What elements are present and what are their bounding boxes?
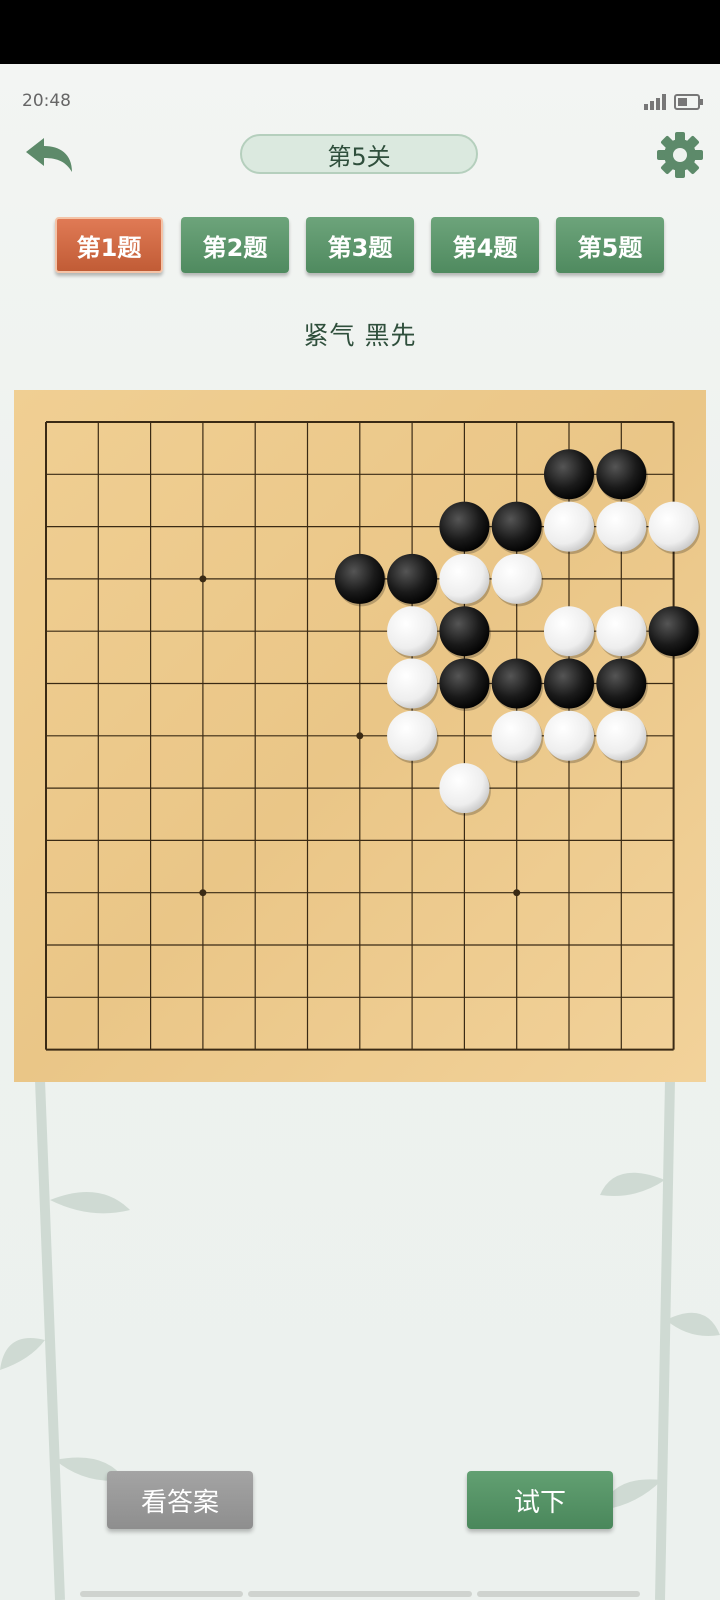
white-stone [439, 763, 490, 814]
black-stone [648, 606, 699, 657]
black-stone [439, 501, 490, 552]
puzzle-title: 紧气 黑先 [303, 321, 417, 350]
black-stone [596, 449, 647, 500]
black-stone [387, 553, 438, 604]
tab-question-5[interactable]: 第5题 [556, 217, 664, 273]
white-stone [439, 553, 490, 604]
try-button[interactable]: 试下 [467, 1471, 613, 1529]
back-arrow-icon[interactable] [22, 134, 76, 176]
white-stone [387, 606, 438, 657]
white-stone [648, 501, 699, 552]
signal-icon [644, 94, 666, 110]
black-stone [334, 553, 385, 604]
gear-icon[interactable] [656, 131, 704, 179]
black-stone [439, 658, 490, 709]
white-stone [544, 501, 594, 552]
star-point [513, 889, 521, 897]
white-stone [544, 710, 594, 761]
tab-question-4[interactable]: 第4题 [431, 217, 539, 273]
level-title: 第5关 [240, 134, 478, 174]
white-stone [544, 606, 594, 657]
black-stone [491, 658, 542, 709]
black-stone [596, 658, 647, 709]
star-point [199, 889, 207, 897]
tab-question-2[interactable]: 第2题 [181, 217, 289, 273]
status-time: 20:48 [22, 91, 71, 111]
view-answer-button[interactable]: 看答案 [107, 1471, 253, 1529]
star-point [199, 575, 207, 583]
star-point [356, 732, 364, 740]
black-stone [491, 501, 542, 552]
white-stone [596, 606, 647, 657]
nav-indicator-1 [80, 1591, 243, 1597]
white-stone [596, 710, 647, 761]
white-stone [491, 553, 542, 604]
black-stone [544, 658, 594, 709]
black-stone [439, 606, 490, 657]
bamboo-decoration-right [600, 1080, 720, 1600]
tab-question-1[interactable]: 第1题 [55, 217, 163, 273]
white-stone [387, 710, 438, 761]
nav-indicator-3 [477, 1591, 640, 1597]
white-stone [596, 501, 647, 552]
status-icons [644, 92, 703, 110]
black-stone [544, 449, 594, 500]
nav-indicator-2 [248, 1591, 472, 1597]
white-stone [491, 710, 542, 761]
white-stone [387, 658, 438, 709]
go-board[interactable] [14, 390, 706, 1082]
tab-question-3[interactable]: 第3题 [306, 217, 414, 273]
question-tabs: 第1题 第2题 第3题 第4题 第5题 [55, 217, 667, 273]
system-top-bar [0, 0, 720, 64]
battery-icon [674, 94, 703, 110]
